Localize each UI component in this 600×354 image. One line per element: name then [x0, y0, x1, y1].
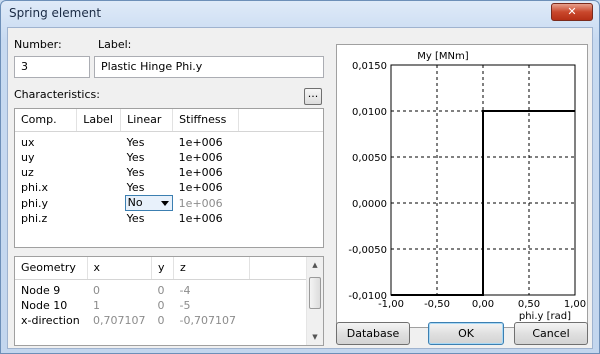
- y-tick-label: -0,0050: [348, 245, 387, 256]
- geometry-name-cell: Node 9: [21, 284, 61, 297]
- y-axis-label: My [MNm]: [417, 51, 468, 62]
- x-tick-label: -0,50: [424, 299, 450, 310]
- linear-cell[interactable]: Yes: [121, 165, 173, 180]
- column-header[interactable]: Stiffness: [172, 109, 240, 132]
- x-tick-label: 1,00: [564, 299, 586, 310]
- label-cell[interactable]: [77, 150, 121, 165]
- label-cell[interactable]: [77, 180, 121, 195]
- comp-cell: phi.x: [21, 181, 49, 194]
- moment-rotation-chart: 0,0150 0,0100 0,0050 0,0000 -0,0050 -0,0100 -1…: [336, 44, 588, 328]
- linear-cell: No: [121, 195, 173, 211]
- dialog-body: Number: Label: 3 Plastic Hinge Phi.y Cha…: [7, 27, 593, 349]
- window-title: Spring element: [9, 6, 102, 20]
- browse-button[interactable]: ...: [304, 88, 322, 105]
- linear-cell[interactable]: Yes: [121, 135, 173, 150]
- z-cell: -5: [179, 299, 191, 312]
- characteristics-header: Comp. Label Linear Stiffness: [15, 109, 323, 132]
- cancel-button[interactable]: Cancel: [514, 322, 588, 345]
- column-header[interactable]: Label: [76, 109, 122, 132]
- column-header[interactable]: y: [151, 257, 174, 280]
- characteristics-grid: Comp. Label Linear Stiffness ux Yes 1e+0…: [14, 108, 324, 248]
- label-cell[interactable]: [77, 195, 121, 211]
- table-row[interactable]: x-direction 0,707107 0 -0,707107: [15, 313, 308, 328]
- z-cell: -0,707107: [179, 314, 236, 327]
- label-cell[interactable]: [77, 211, 121, 226]
- y-tick-label: 0,0050: [352, 153, 387, 164]
- linear-cell[interactable]: Yes: [121, 180, 173, 195]
- table-row[interactable]: Node 10 1 0 -5: [15, 298, 308, 313]
- table-row[interactable]: uz Yes 1e+006: [15, 165, 323, 180]
- column-header[interactable]: z: [173, 257, 250, 280]
- scroll-thumb[interactable]: [309, 277, 321, 309]
- x-cell: 1: [93, 299, 100, 312]
- x-tick-label: 0,50: [518, 299, 540, 310]
- chart-svg: 0,01500,01000,00500,0000-0,0050-0,0100-1…: [348, 51, 586, 322]
- title-bar: Spring element ✕: [1, 1, 599, 25]
- linear-cell[interactable]: Yes: [121, 150, 173, 165]
- comp-cell: uz: [21, 166, 34, 179]
- table-row[interactable]: Node 9 0 0 -4: [15, 283, 308, 298]
- z-cell: -4: [179, 284, 191, 297]
- ok-button[interactable]: OK: [428, 322, 504, 345]
- y-tick-label: 0,0150: [352, 61, 387, 72]
- x-cell: 0,707107: [93, 314, 146, 327]
- y-cell: 0: [157, 284, 165, 297]
- y-cell: 0: [157, 299, 165, 312]
- geometry-header: Geometry x y z: [15, 257, 308, 280]
- x-tick-label: -1,00: [378, 299, 404, 310]
- linear-dropdown-value: No: [127, 196, 143, 209]
- characteristics-label: Characteristics:: [14, 88, 100, 101]
- x-tick-label: 0,00: [472, 299, 494, 310]
- scroll-down-icon[interactable]: ▼: [307, 329, 323, 345]
- x-axis-label: phi.y [rad]: [519, 311, 571, 322]
- stiffness-cell: 1e+006: [178, 196, 223, 210]
- comp-cell: phi.y: [21, 196, 49, 210]
- stiffness-cell[interactable]: 1e+006: [173, 135, 239, 150]
- geometry-name-cell: x-direction: [21, 314, 80, 327]
- stiffness-cell[interactable]: 1e+006: [173, 150, 239, 165]
- label-cell[interactable]: [77, 165, 121, 180]
- close-button[interactable]: ✕: [551, 3, 593, 21]
- geometry-scrollbar[interactable]: ▲ ▼: [306, 257, 323, 345]
- number-label: Number:: [14, 38, 62, 51]
- table-row[interactable]: phi.z Yes 1e+006: [15, 211, 323, 226]
- label-label: Label:: [98, 38, 132, 51]
- table-row[interactable]: phi.y No 1e+006: [15, 195, 323, 211]
- number-field[interactable]: 3: [14, 56, 90, 78]
- label-cell[interactable]: [77, 135, 121, 150]
- column-header[interactable]: Linear: [120, 109, 174, 132]
- column-header[interactable]: x: [87, 257, 152, 280]
- stiffness-cell[interactable]: 1e+006: [173, 180, 239, 195]
- x-cell: 0: [93, 284, 100, 297]
- scroll-up-icon[interactable]: ▲: [307, 257, 323, 273]
- linear-cell[interactable]: Yes: [121, 211, 173, 226]
- y-tick-label: 0,0000: [352, 199, 387, 210]
- y-cell: 0: [157, 314, 165, 327]
- database-button[interactable]: Database: [336, 322, 410, 345]
- table-row[interactable]: uy Yes 1e+006: [15, 150, 323, 165]
- column-header[interactable]: Comp.: [15, 109, 78, 132]
- linear-dropdown[interactable]: No: [124, 195, 173, 211]
- y-tick-label: 0,0100: [352, 107, 387, 118]
- chevron-down-icon[interactable]: [160, 201, 169, 206]
- label-field[interactable]: Plastic Hinge Phi.y: [94, 56, 324, 78]
- column-header[interactable]: Geometry: [15, 257, 88, 280]
- stiffness-cell[interactable]: 1e+006: [173, 211, 239, 226]
- comp-cell: uy: [21, 151, 35, 164]
- geometry-name-cell: Node 10: [21, 299, 68, 312]
- geometry-grid: Geometry x y z Node 9 0 0 -4 Node 10 1 0…: [14, 256, 324, 346]
- spring-element-dialog: Spring element ✕ Number: Label: 3 Plasti…: [0, 0, 600, 354]
- table-row[interactable]: phi.x Yes 1e+006: [15, 180, 323, 195]
- comp-cell: phi.z: [21, 212, 48, 225]
- table-row[interactable]: ux Yes 1e+006: [15, 135, 323, 150]
- comp-cell: ux: [21, 136, 35, 149]
- stiffness-cell[interactable]: 1e+006: [173, 165, 239, 180]
